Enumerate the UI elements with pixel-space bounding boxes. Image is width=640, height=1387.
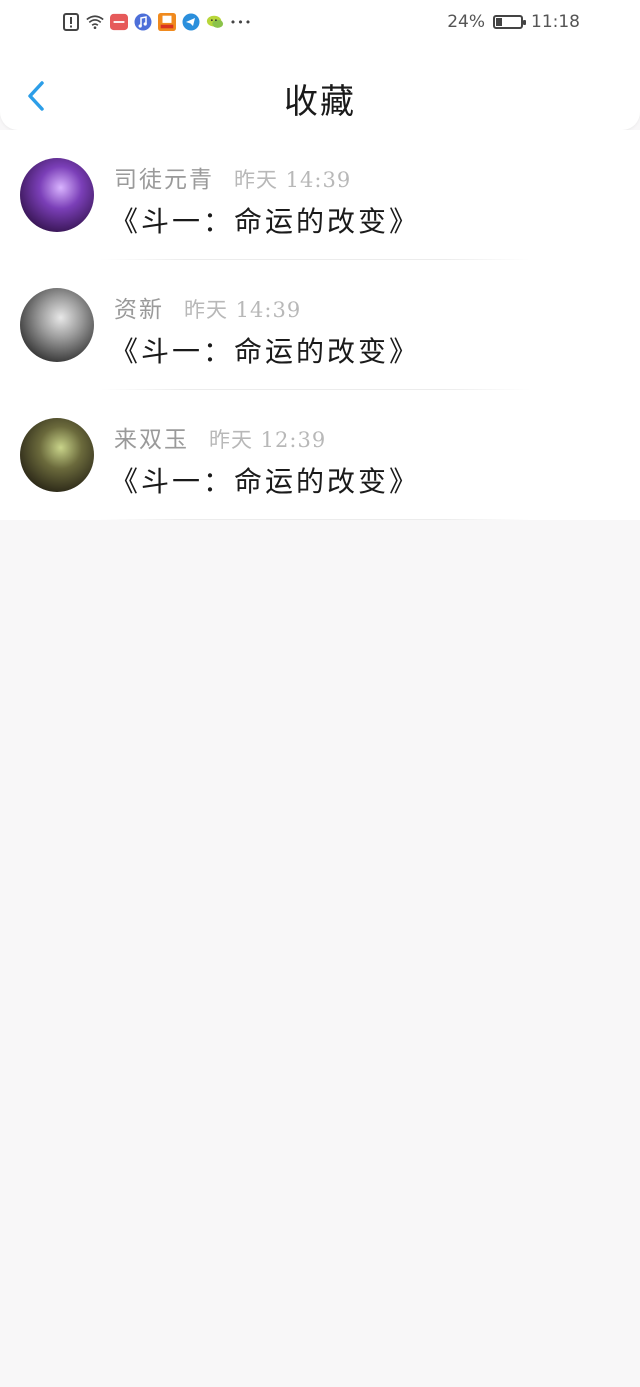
list-item[interactable]: 来双玉 昨天 12:39 《斗一：命运的改变》 xyxy=(0,390,640,520)
avatar[interactable] xyxy=(20,288,94,362)
app-icon-orange xyxy=(158,13,176,31)
alert-icon xyxy=(62,13,80,31)
item-meta: 司徒元青 昨天 14:39 xyxy=(114,160,351,194)
list-item[interactable]: 司徒元青 昨天 14:39 《斗一：命运的改变》 xyxy=(0,130,640,260)
wifi-icon xyxy=(86,13,104,31)
user-name: 来双玉 xyxy=(114,427,189,453)
list-item[interactable]: 资新 昨天 14:39 《斗一：命运的改变》 xyxy=(0,260,640,390)
app-icon-red xyxy=(110,13,128,31)
battery-percent: 24% xyxy=(447,12,485,32)
user-name: 资新 xyxy=(114,297,164,323)
clock: 11:18 xyxy=(531,12,580,32)
favorite-title[interactable]: 《斗一：命运的改变》 xyxy=(110,200,420,240)
wechat-icon xyxy=(206,13,224,31)
user-name: 司徒元青 xyxy=(114,167,214,193)
divider xyxy=(100,519,530,520)
favorite-title[interactable]: 《斗一：命运的改变》 xyxy=(110,330,420,370)
status-bar: ••• 24% 11:18 xyxy=(0,0,640,48)
telegram-icon xyxy=(182,13,200,31)
favorites-list: 司徒元青 昨天 14:39 《斗一：命运的改变》 资新 昨天 14:39 《斗一… xyxy=(0,130,640,520)
battery-icon xyxy=(493,15,526,29)
avatar[interactable] xyxy=(20,418,94,492)
item-meta: 资新 昨天 14:39 xyxy=(114,290,301,324)
header-card: ••• 24% 11:18 收藏 xyxy=(0,0,640,130)
timestamp: 昨天 12:39 xyxy=(209,428,327,452)
more-icon: ••• xyxy=(229,15,253,29)
status-right: 24% 11:18 xyxy=(447,12,580,32)
timestamp: 昨天 14:39 xyxy=(184,298,302,322)
page-title: 收藏 xyxy=(284,82,356,122)
notification-icons: ••• xyxy=(62,13,252,31)
item-meta: 来双玉 昨天 12:39 xyxy=(114,420,326,454)
avatar[interactable] xyxy=(20,158,94,232)
favorite-title[interactable]: 《斗一：命运的改变》 xyxy=(110,460,420,500)
nav-bar: 收藏 xyxy=(0,60,640,130)
music-icon xyxy=(134,13,152,31)
timestamp: 昨天 14:39 xyxy=(234,168,352,192)
battery-level xyxy=(496,18,502,26)
